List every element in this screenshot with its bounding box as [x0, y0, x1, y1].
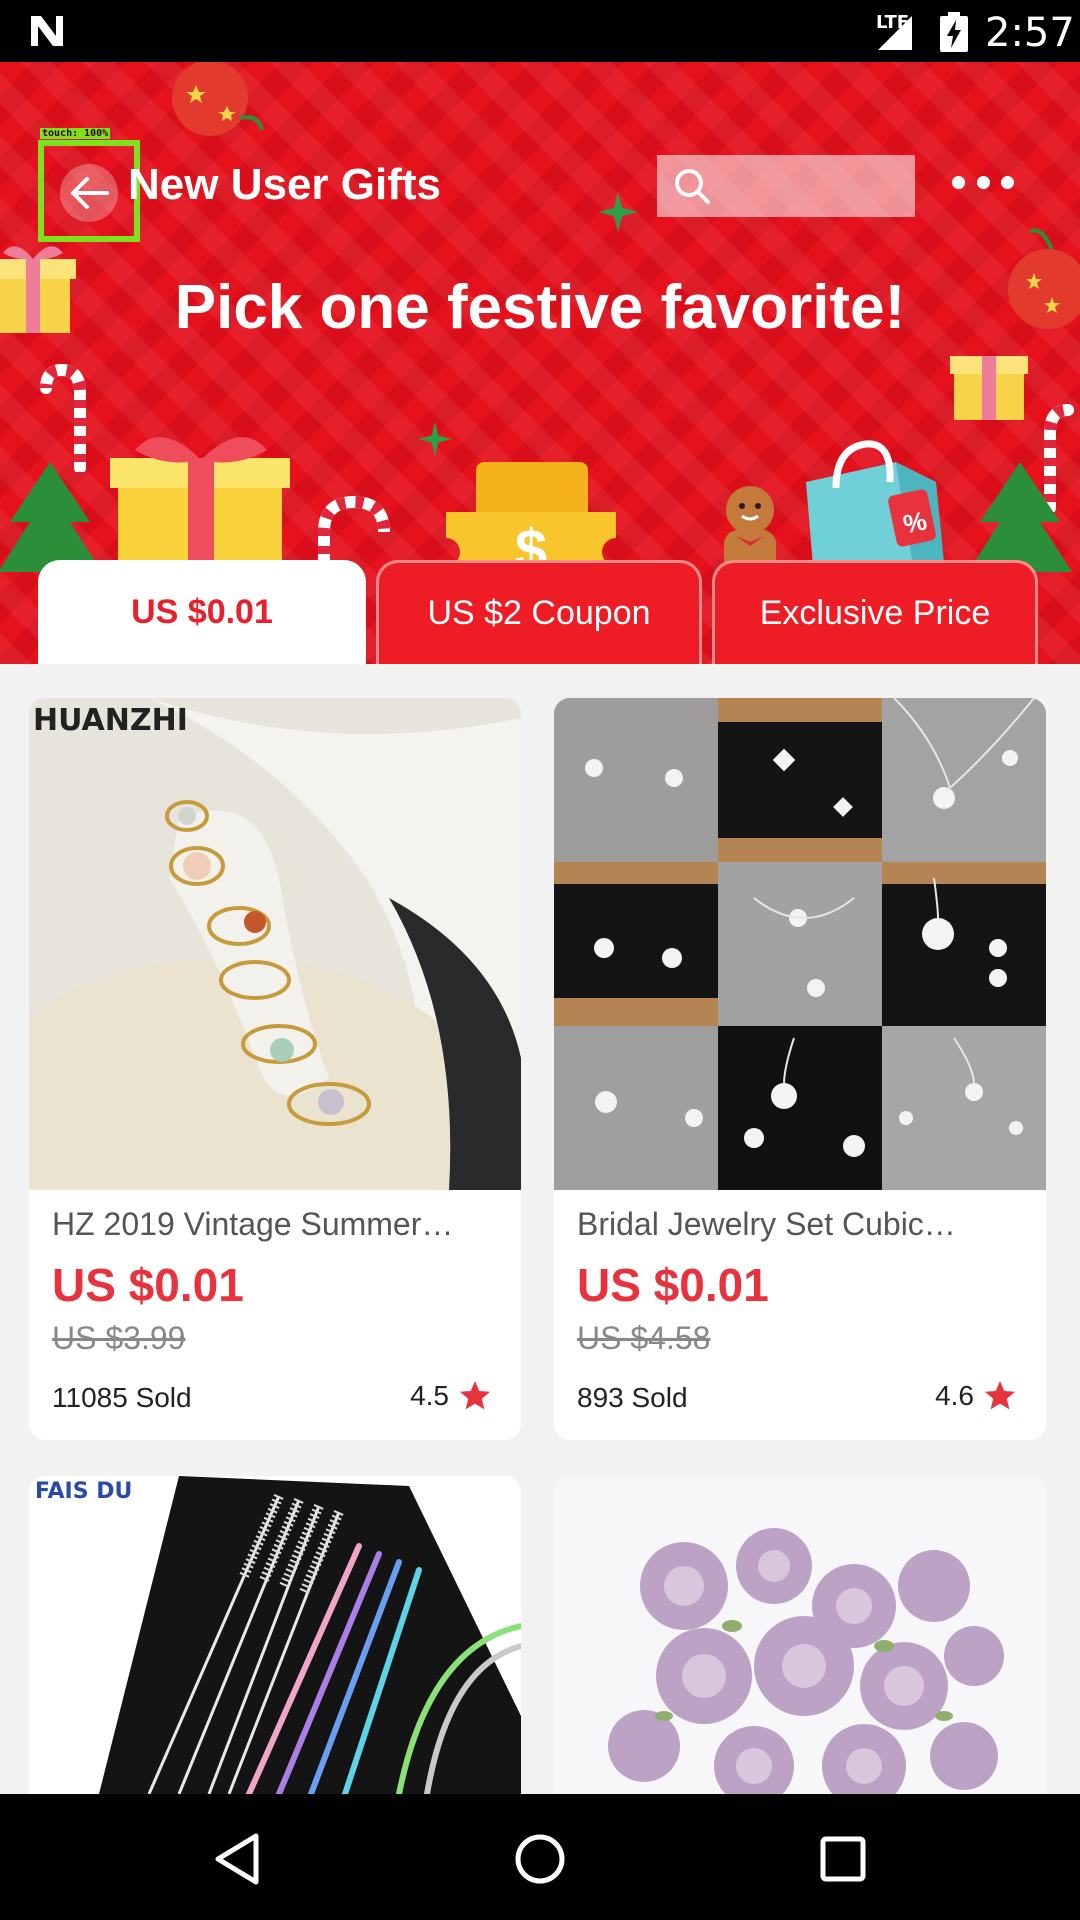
product-image-flowers[interactable]	[554, 1476, 1046, 1794]
more-dot-icon	[1001, 175, 1014, 189]
nav-back-button[interactable]	[202, 1824, 272, 1894]
search-bar[interactable]	[657, 155, 915, 217]
rating-value: 4.6	[935, 1380, 974, 1411]
star-icon	[460, 1381, 490, 1410]
page-title: New User Gifts	[128, 160, 441, 209]
candy-cane-left-icon	[40, 363, 86, 472]
product-rating: 4.6	[935, 1380, 1016, 1412]
tab-exclusive-price[interactable]: Exclusive Price	[712, 560, 1038, 664]
promo-banner: $ % touch: 100% New User Gifts Pick one …	[0, 62, 1080, 664]
triangle-back-icon	[215, 1833, 259, 1885]
search-input[interactable]	[721, 166, 911, 206]
back-button[interactable]	[60, 164, 118, 222]
product-card[interactable]: HUANZHI HZ 2019 Vintage Summer… US $0.01…	[29, 698, 521, 1440]
star-icon	[985, 1381, 1015, 1410]
status-clock: 2:57	[985, 10, 1075, 56]
product-original-price: US $3.99	[52, 1320, 186, 1356]
rating-value: 4.5	[410, 1380, 449, 1411]
circle-home-icon	[515, 1834, 565, 1884]
product-card[interactable]	[554, 1476, 1046, 1794]
search-icon	[675, 169, 710, 204]
status-bar: LTE 2:57	[0, 0, 1080, 62]
product-original-price: US $4.58	[577, 1320, 711, 1356]
tab-coupon[interactable]: US $2 Coupon	[376, 560, 702, 664]
nav-recents-button[interactable]	[808, 1824, 878, 1894]
more-dot-icon	[952, 175, 965, 189]
product-brand-overlay: HUANZHI	[33, 703, 188, 738]
product-sold-count: 11085 Sold	[52, 1382, 192, 1413]
signal-icon	[878, 16, 912, 50]
product-rating: 4.5	[410, 1380, 491, 1412]
product-title: HZ 2019 Vintage Summer…	[52, 1206, 454, 1242]
touch-overlay-label: touch: 100%	[40, 128, 111, 139]
more-dot-icon	[976, 175, 990, 189]
product-card[interactable]: FAIS DU	[29, 1476, 521, 1794]
battery-charging-icon	[940, 12, 968, 52]
system-nav-bar	[0, 1794, 1080, 1920]
gift-box-right-icon	[950, 356, 1028, 420]
ornament-top-icon	[172, 62, 264, 136]
touch-highlight	[38, 140, 140, 242]
product-title: Bridal Jewelry Set Cubic…	[577, 1206, 956, 1242]
product-image-rings[interactable]: HUANZHI	[29, 698, 521, 1190]
product-image-jewelry[interactable]	[554, 698, 1046, 1190]
product-price: US $0.01	[577, 1259, 769, 1311]
more-options-button[interactable]	[952, 162, 1014, 202]
arrow-left-icon	[71, 177, 109, 209]
product-brand-overlay: FAIS DU	[35, 1479, 132, 1504]
product-card[interactable]: Bridal Jewelry Set Cubic… US $0.01 US $4…	[554, 698, 1046, 1440]
gift-tabs: US $0.01 US $2 Coupon Exclusive Price	[38, 560, 1038, 664]
product-price: US $0.01	[52, 1259, 244, 1311]
banner-headline: Pick one festive favorite!	[174, 273, 906, 342]
tab-one-cent[interactable]: US $0.01	[38, 560, 366, 664]
product-sold-count: 893 Sold	[577, 1382, 688, 1413]
square-recents-icon	[820, 1836, 866, 1882]
sparkle-icon	[598, 192, 638, 232]
notification-n-icon	[31, 16, 63, 46]
product-image-straws[interactable]: FAIS DU	[29, 1476, 521, 1794]
sparkle-icon	[418, 422, 452, 456]
nav-home-button[interactable]	[505, 1824, 575, 1894]
